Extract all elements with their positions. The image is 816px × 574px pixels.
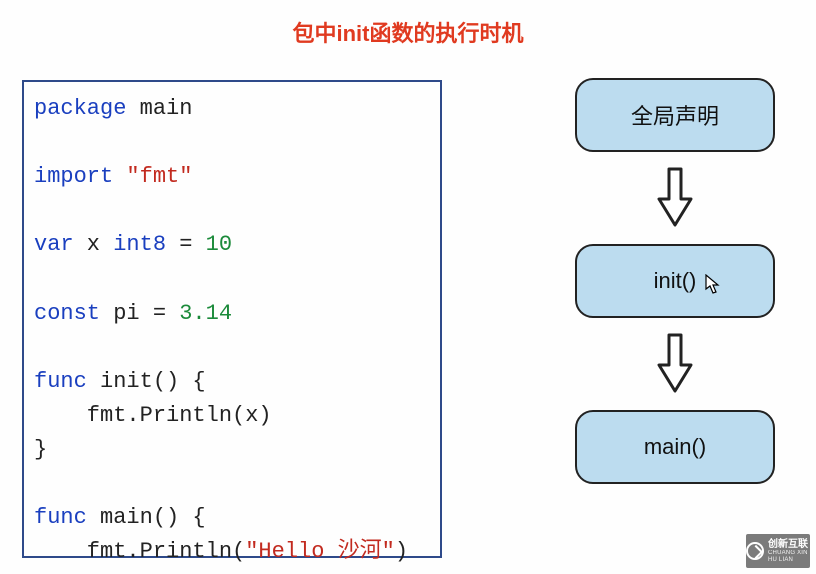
code-text: = [166, 232, 206, 257]
watermark-logo-icon [746, 542, 764, 560]
code-keyword: func [34, 369, 87, 394]
flow-node-init: init() [575, 244, 775, 318]
code-text: main() { [87, 505, 206, 530]
watermark-en: CHUANG XIN HU LIAN [768, 550, 810, 563]
code-number: 3.14 [179, 301, 232, 326]
flow-node-label: init() [654, 268, 697, 294]
code-listing: package main import "fmt" var x int8 = 1… [22, 80, 442, 558]
flow-arrow [655, 318, 695, 410]
flow-arrow [655, 152, 695, 244]
code-keyword: package [34, 96, 126, 121]
flow-node-label: 全局声明 [631, 99, 719, 131]
code-text: fmt.Println( [34, 539, 245, 564]
arrow-down-icon [655, 167, 695, 229]
flow-chart: 全局声明 init() main() [560, 78, 790, 484]
code-keyword: const [34, 301, 100, 326]
code-text: init() { [87, 369, 206, 394]
code-text: pi = [100, 301, 179, 326]
code-keyword: func [34, 505, 87, 530]
code-text: ) [395, 539, 408, 564]
code-text: main [126, 96, 192, 121]
flow-node-label: main() [644, 434, 706, 460]
code-string: "Hello 沙河" [245, 539, 395, 564]
watermark: 创新互联 CHUANG XIN HU LIAN [746, 534, 810, 568]
watermark-zh: 创新互联 [768, 539, 810, 550]
watermark-text: 创新互联 CHUANG XIN HU LIAN [768, 539, 810, 563]
flow-node-global-decl: 全局声明 [575, 78, 775, 152]
code-type: int8 [113, 232, 166, 257]
arrow-down-icon [655, 333, 695, 395]
code-string: "fmt" [126, 164, 192, 189]
code-keyword: import [34, 164, 113, 189]
code-text: fmt.Println(x) [34, 403, 272, 428]
code-text: x [74, 232, 114, 257]
diagram-title: 包中init函数的执行时机 [0, 16, 816, 48]
code-number: 10 [206, 232, 232, 257]
mouse-cursor-icon [705, 274, 721, 294]
flow-node-main: main() [575, 410, 775, 484]
code-text: } [34, 437, 47, 462]
code-keyword: var [34, 232, 74, 257]
